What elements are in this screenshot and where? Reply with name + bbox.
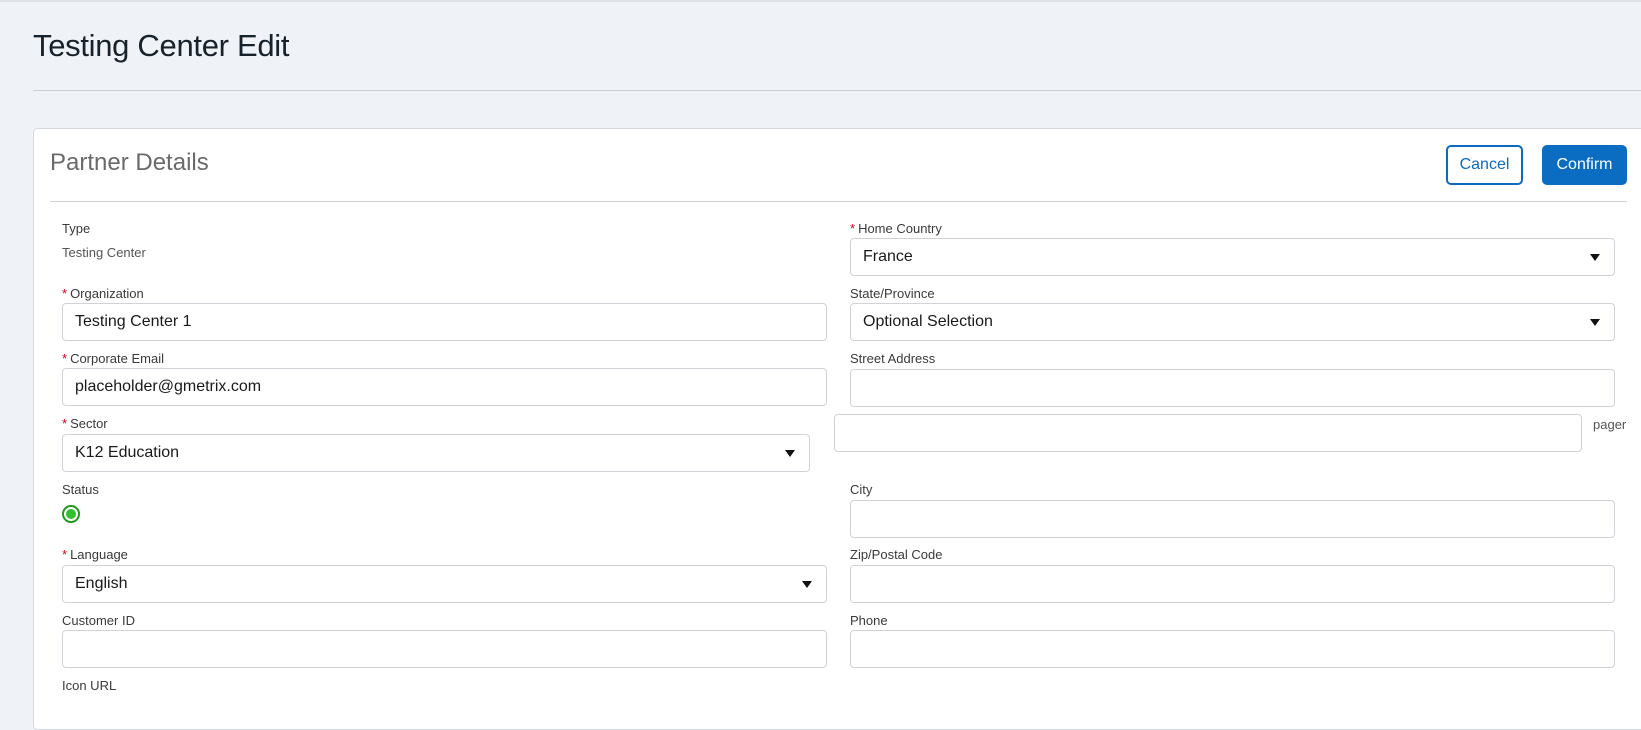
zip-postal-code-input[interactable] — [850, 565, 1615, 603]
caret-down-icon — [1590, 254, 1600, 261]
card-title: Partner Details — [50, 149, 209, 176]
home-country-select[interactable]: France — [850, 238, 1615, 276]
customer-id-label: Customer ID — [62, 613, 135, 628]
icon-url-label: Icon URL — [62, 678, 117, 693]
confirm-button[interactable]: Confirm — [1542, 145, 1627, 185]
home-country-label: * Home Country — [850, 221, 942, 236]
street-address-input[interactable] — [850, 369, 1615, 407]
pager-label: pager — [1593, 417, 1627, 432]
organization-input[interactable]: Testing Center 1 — [62, 303, 827, 341]
customer-id-input[interactable] — [62, 630, 827, 668]
required-marker: * — [850, 221, 856, 236]
required-marker: * — [62, 416, 68, 431]
corporate-email-label-text: Corporate Email — [70, 351, 164, 366]
required-marker: * — [62, 351, 68, 366]
language-label-text: Language — [70, 547, 128, 562]
page-title: Testing Center Edit — [33, 28, 290, 63]
sector-label-text: Sector — [70, 416, 108, 431]
title-divider — [33, 90, 1641, 91]
status-label: Status — [62, 482, 99, 497]
city-input[interactable] — [850, 500, 1615, 538]
top-border — [0, 0, 1641, 2]
status-active-toggle[interactable] — [62, 505, 80, 523]
sector-label: * Sector — [62, 416, 108, 431]
organization-label: * Organization — [62, 286, 144, 301]
street-address-line2-input[interactable] — [834, 414, 1582, 452]
organization-label-text: Organization — [70, 286, 144, 301]
card-divider — [50, 201, 1627, 202]
type-value: Testing Center — [62, 245, 146, 260]
cancel-button[interactable]: Cancel — [1446, 145, 1523, 185]
type-label: Type — [62, 221, 91, 236]
street-address-label: Street Address — [850, 351, 936, 366]
corporate-email-input[interactable]: placeholder@gmetrix.com — [62, 368, 827, 406]
required-marker: * — [62, 547, 68, 562]
language-label: * Language — [62, 547, 128, 562]
corporate-email-label: * Corporate Email — [62, 351, 164, 366]
city-label: City — [850, 482, 873, 497]
language-select-value: English — [75, 575, 128, 592]
sector-select-value: K12 Education — [75, 444, 180, 461]
caret-down-icon — [785, 450, 795, 457]
required-marker: * — [62, 286, 68, 301]
sector-select[interactable]: K12 Education — [62, 434, 810, 472]
caret-down-icon — [1590, 319, 1600, 326]
caret-down-icon — [802, 581, 812, 588]
language-select[interactable]: English — [62, 565, 827, 603]
partner-details-card: Partner Details Cancel Confirm Type Test… — [33, 128, 1641, 730]
phone-input[interactable] — [850, 630, 1615, 668]
state-province-select[interactable]: Optional Selection — [850, 303, 1615, 341]
home-country-select-value: France — [863, 248, 913, 265]
state-province-select-value: Optional Selection — [863, 313, 993, 330]
state-province-label: State/Province — [850, 286, 935, 301]
phone-label: Phone — [850, 613, 888, 628]
home-country-label-text: Home Country — [858, 221, 942, 236]
zip-postal-code-label: Zip/Postal Code — [850, 547, 943, 562]
